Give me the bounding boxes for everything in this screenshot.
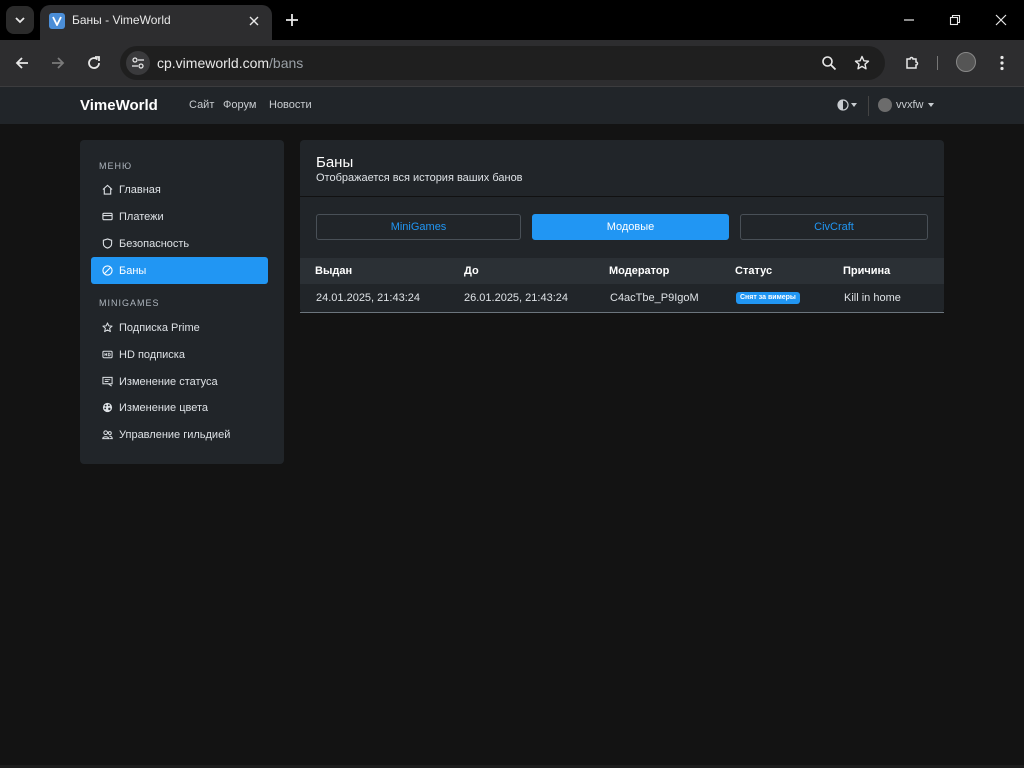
url-text: cp.vimeworld.com/bans: [157, 55, 303, 71]
table-row: 24.01.2025, 21:43:24 26.01.2025, 21:43:2…: [300, 284, 944, 313]
column-header-issued: Выдан: [315, 265, 353, 277]
sidebar-item-security[interactable]: Безопасность: [91, 230, 268, 257]
url-path: /bans: [269, 55, 304, 71]
theme-toggle-button[interactable]: [837, 99, 857, 111]
sidebar-item-home[interactable]: Главная: [91, 176, 268, 203]
sidebar-item-label: Платежи: [119, 210, 164, 223]
reload-button[interactable]: [82, 51, 106, 75]
header-separator: [868, 96, 869, 116]
kebab-menu-icon: [1000, 55, 1004, 71]
tab-close-icon[interactable]: [245, 12, 263, 30]
bans-card: Баны Отображается вся история ваших бано…: [300, 140, 944, 313]
user-avatar: [878, 98, 892, 112]
minimize-icon: [904, 19, 914, 21]
sidebar-heading-menu: МЕНЮ: [99, 161, 133, 171]
vimeworld-favicon-icon: [49, 13, 65, 29]
mode-button-civcraft[interactable]: CivCraft: [740, 214, 928, 240]
restore-button[interactable]: [940, 6, 970, 34]
close-icon: [995, 14, 1007, 26]
extensions-button[interactable]: [900, 51, 924, 75]
cell-issued: 24.01.2025, 21:43:24: [316, 292, 420, 304]
page-title: Баны: [316, 154, 354, 171]
people-icon: [101, 429, 113, 441]
mode-button-minigames[interactable]: MiniGames: [316, 214, 521, 240]
card-divider: [300, 196, 944, 197]
palette-icon: [101, 402, 113, 414]
zoom-icon[interactable]: [817, 51, 841, 75]
user-menu-button[interactable]: vvxfw: [878, 98, 934, 112]
sidebar-item-label: Изменение цвета: [119, 401, 209, 414]
column-header-moderator: Модератор: [609, 265, 670, 277]
site-header: VimeWorld Сайт Форум Новости vvxfw: [0, 87, 1024, 124]
sidebar-item-guild[interactable]: Управление гильдией: [91, 421, 268, 448]
sidebar-item-label: Баны: [119, 264, 147, 277]
arrow-left-icon: [15, 57, 28, 69]
site-logo[interactable]: VimeWorld: [80, 97, 158, 114]
sidebar-item-label: Управление гильдией: [119, 428, 231, 441]
tab-search-button[interactable]: [6, 6, 34, 34]
chevron-down-icon: [15, 17, 25, 24]
back-button[interactable]: [10, 51, 34, 75]
toolbar-divider: [937, 56, 938, 70]
sidebar-item-status[interactable]: Изменение статуса: [91, 368, 268, 395]
url-host: cp.vimeworld.com: [157, 55, 270, 71]
plus-icon: [286, 14, 298, 26]
nav-link-forum[interactable]: Форум: [223, 99, 256, 111]
nav-link-news[interactable]: Новости: [269, 99, 312, 111]
sidebar-item-label: Безопасность: [119, 237, 190, 250]
browser-tab-active[interactable]: Баны - VimeWorld: [40, 5, 272, 40]
sidebar-item-label: Главная: [119, 183, 161, 196]
sidebar-item-label: Изменение статуса: [119, 375, 218, 388]
address-bar[interactable]: cp.vimeworld.com/bans: [120, 46, 885, 80]
sidebar-item-label: HD подписка: [119, 348, 185, 361]
nav-link-site[interactable]: Сайт: [189, 99, 214, 111]
status-icon: [101, 376, 113, 388]
profile-avatar[interactable]: [956, 52, 976, 72]
shield-icon: [101, 238, 113, 250]
caret-down-icon: [927, 103, 934, 107]
sidebar-item-prime[interactable]: Подписка Prime: [91, 314, 268, 341]
browser-menu-button[interactable]: [990, 51, 1014, 75]
star-icon: [101, 322, 113, 334]
column-header-status: Статус: [735, 265, 773, 277]
site-info-icon[interactable]: [126, 51, 150, 75]
status-badge: Снят за вимеры: [736, 292, 800, 304]
sidebar-item-color[interactable]: Изменение цвета: [91, 394, 268, 421]
new-tab-button[interactable]: [280, 8, 304, 32]
table-header: Выдан До Модератор Статус Причина: [300, 258, 944, 284]
cell-reason: Kill in home: [844, 292, 901, 304]
sidebar-item-label: Подписка Prime: [119, 321, 200, 334]
cell-until: 26.01.2025, 21:43:24: [464, 292, 568, 304]
bookmark-star-icon[interactable]: [850, 51, 874, 75]
mode-button-modded[interactable]: Модовые: [532, 214, 729, 240]
browser-toolbar: cp.vimeworld.com/bans: [0, 40, 1024, 87]
home-icon: [101, 184, 113, 196]
column-header-until: До: [464, 265, 479, 277]
forward-button[interactable]: [46, 51, 70, 75]
sidebar: МЕНЮ Главная Платежи Безопасность Баны M…: [80, 140, 284, 464]
ban-icon: [101, 265, 113, 277]
restore-icon: [949, 14, 961, 26]
puzzle-icon: [906, 56, 919, 69]
browser-tabstrip: Баны - VimeWorld: [0, 0, 1024, 40]
minimize-button[interactable]: [894, 6, 924, 34]
contrast-icon: [837, 99, 849, 111]
sidebar-item-bans[interactable]: Баны: [91, 257, 268, 284]
sidebar-item-payments[interactable]: Платежи: [91, 203, 268, 230]
tab-title: Баны - VimeWorld: [72, 13, 171, 27]
page-subtitle: Отображается вся история ваших банов: [316, 172, 523, 184]
sidebar-heading-minigames: MINIGAMES: [99, 298, 160, 308]
username: vvxfw: [896, 99, 924, 111]
card-icon: [101, 211, 113, 223]
arrow-right-icon: [52, 57, 65, 69]
cell-moderator: C4acTbe_P9IgoM: [610, 292, 699, 304]
sidebar-item-hd[interactable]: HD подписка: [91, 341, 268, 368]
caret-down-icon: [851, 103, 857, 107]
reload-icon: [88, 56, 100, 69]
close-window-button[interactable]: [986, 6, 1016, 34]
hd-icon: [101, 349, 113, 361]
column-header-reason: Причина: [843, 265, 891, 277]
